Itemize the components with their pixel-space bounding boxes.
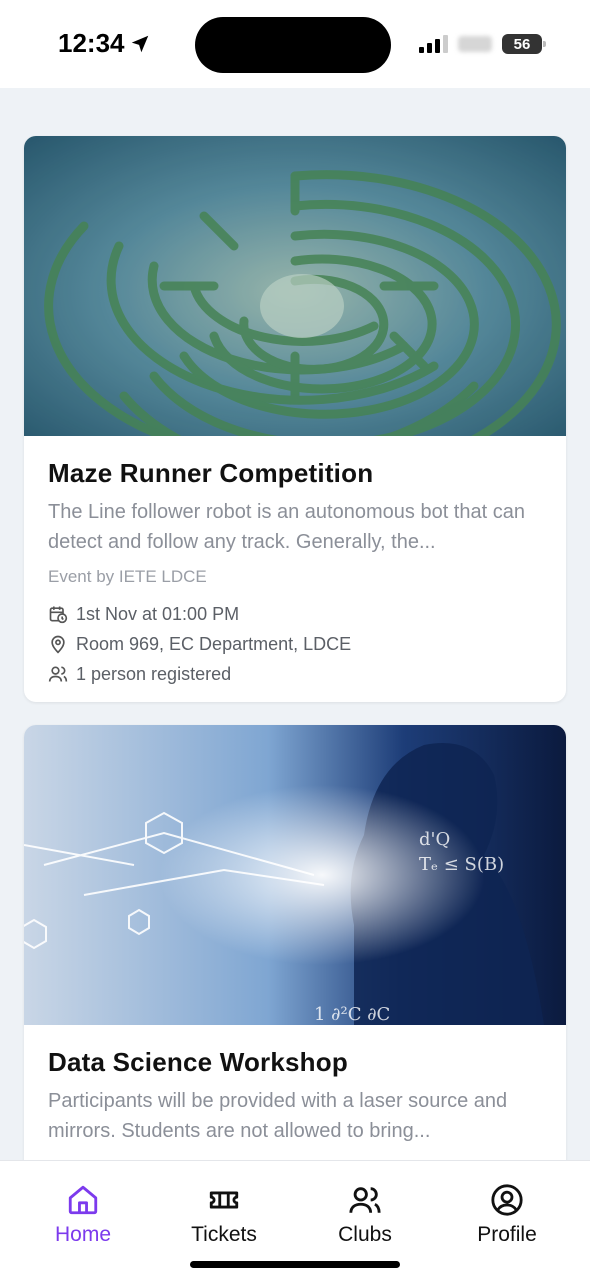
svg-text:Tₑ ≤ S(B): Tₑ ≤ S(B)	[419, 854, 504, 875]
tab-label: Tickets	[191, 1223, 257, 1246]
ticket-icon	[209, 1191, 239, 1209]
event-card-body: Maze Runner Competition The Line followe…	[24, 436, 566, 689]
tab-label: Profile	[477, 1223, 537, 1246]
calendar-clock-icon	[49, 606, 68, 624]
users-icon	[48, 666, 68, 682]
event-description: The Line follower robot is an autonomous…	[48, 501, 525, 553]
tab-label: Clubs	[338, 1223, 392, 1246]
bottom-tab-bar: Home Tickets Clubs Profile	[0, 1160, 590, 1280]
event-organizer: Event by IETE LDCE	[48, 567, 207, 586]
location-arrow-icon	[131, 35, 148, 52]
tab-tickets[interactable]: Tickets	[164, 1183, 284, 1247]
dynamic-island	[195, 17, 391, 73]
users-icon	[349, 1187, 381, 1213]
carrier-label-blurred	[458, 36, 492, 52]
svg-text:1 ∂²C ∂C: 1 ∂²C ∂C	[314, 1004, 390, 1025]
tab-clubs[interactable]: Clubs	[305, 1183, 425, 1247]
event-location: Room 969, EC Department, LDCE	[76, 633, 352, 654]
status-time: 12:34	[58, 28, 151, 59]
event-feed[interactable]: Maze Runner Competition The Line followe…	[0, 88, 590, 1160]
event-description: Participants will be provided with a las…	[48, 1090, 508, 1142]
event-datetime: 1st Nov at 01:00 PM	[76, 603, 240, 624]
event-registrations: 1 person registered	[76, 663, 232, 684]
map-pin-icon	[51, 635, 65, 654]
cellular-signal-icon	[419, 35, 448, 53]
user-circle-icon	[491, 1184, 523, 1216]
event-location-row: Room 969, EC Department, LDCE	[48, 629, 542, 659]
svg-text:d'Q: d'Q	[419, 829, 450, 850]
battery-level: 56	[513, 35, 531, 53]
event-card-body: Data Science Workshop Participants will …	[24, 1025, 566, 1146]
event-registrations-row: 1 person registered	[48, 659, 542, 689]
tab-home[interactable]: Home	[23, 1183, 143, 1247]
home-icon	[68, 1185, 98, 1215]
clock-text: 12:34	[58, 28, 125, 58]
tab-profile[interactable]: Profile	[447, 1183, 567, 1247]
event-title: Maze Runner Competition	[48, 458, 374, 488]
home-indicator	[190, 1261, 400, 1268]
event-title: Data Science Workshop	[48, 1047, 348, 1077]
status-bar: 12:34 56	[0, 0, 590, 88]
event-meta: 1st Nov at 01:00 PM Room 969, EC Departm…	[48, 599, 542, 689]
event-image-data-science: d'Q Tₑ ≤ S(B) 1 ∂²C ∂C	[24, 725, 566, 1025]
status-indicators: 56	[419, 34, 546, 54]
battery-icon: 56	[502, 34, 546, 54]
event-image-maze	[24, 136, 566, 436]
event-datetime-row: 1st Nov at 01:00 PM	[48, 599, 542, 629]
tab-label: Home	[54, 1223, 112, 1246]
event-card[interactable]: Maze Runner Competition The Line followe…	[24, 136, 566, 702]
event-card[interactable]: d'Q Tₑ ≤ S(B) 1 ∂²C ∂C Data Science Work…	[24, 725, 566, 1160]
